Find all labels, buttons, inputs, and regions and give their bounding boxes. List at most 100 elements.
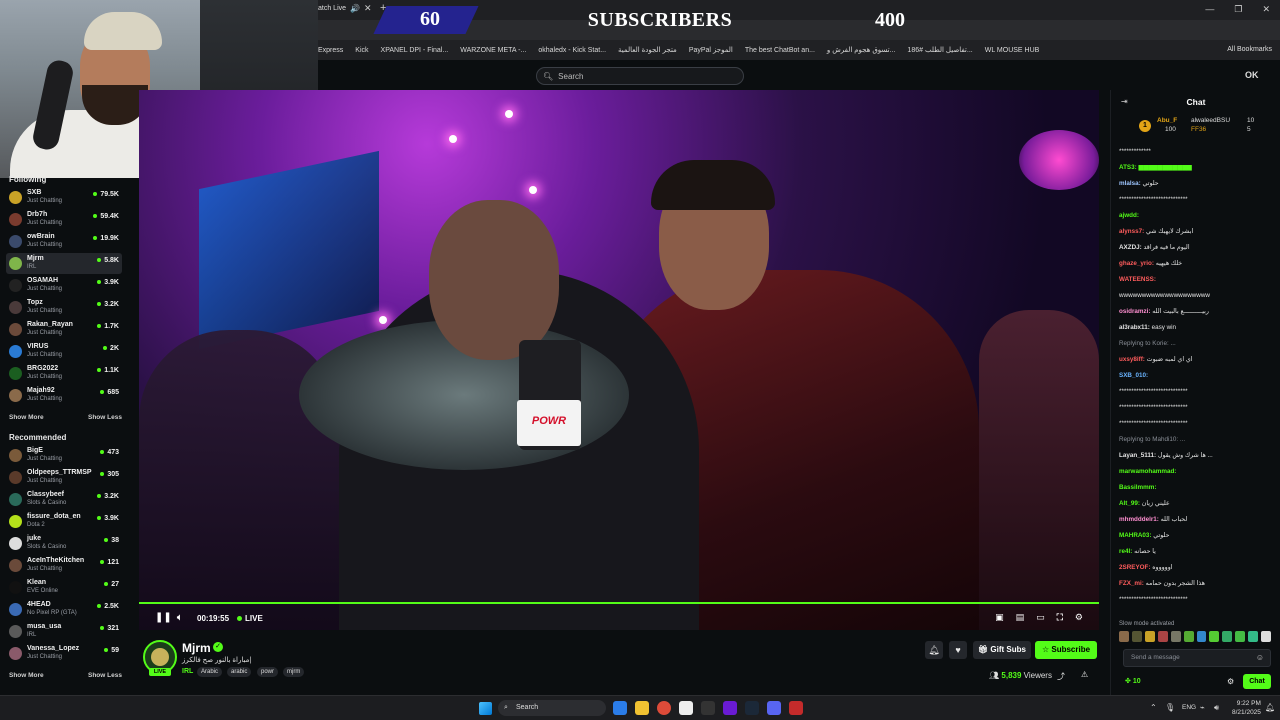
emote-icon[interactable] (1183, 631, 1194, 642)
gift-subs-button[interactable]: 🎁︎ Gift Subs (973, 641, 1031, 659)
following-show-less[interactable]: Show Less (88, 414, 122, 421)
bookmark-item[interactable]: متجر الجودة العالمية (618, 46, 677, 54)
sidebar-channel[interactable]: Rakan_Rayan Just Chatting 1.7K (6, 319, 122, 340)
emote-icon[interactable] (1248, 631, 1259, 642)
chat-username[interactable]: 2SREYOF: (1119, 564, 1151, 571)
volume-icon[interactable]: 🔈︎ (177, 612, 182, 623)
chat-username[interactable]: SXB_010: (1119, 372, 1148, 379)
sidebar-channel[interactable]: AceInTheKitchen Just Chatting 121 (6, 555, 122, 576)
notification-bell-icon[interactable]: 🔔︎ (925, 641, 943, 659)
sidebar-channel[interactable]: 4HEAD No Pixel RP (GTA) 2.5K (6, 599, 122, 620)
emote-icon[interactable] (1235, 631, 1246, 642)
miniplayer-icon[interactable]: ▭ (1036, 612, 1045, 623)
app-icon[interactable] (723, 701, 737, 715)
stream-tag[interactable]: powr (257, 667, 279, 677)
sidebar-channel[interactable]: SXB Just Chatting 79.5K (6, 187, 122, 208)
app-icon[interactable] (701, 701, 715, 715)
discord-app-icon[interactable] (767, 701, 781, 715)
chat-username[interactable]: marwamohammad: (1119, 468, 1176, 475)
tray-mic-icon[interactable]: 🎙︎ (1165, 703, 1175, 712)
notification-icon[interactable]: 🔔︎ (1265, 703, 1275, 712)
sidebar-channel[interactable]: musa_usa IRL 321 (6, 621, 122, 642)
emote-icon[interactable] (1261, 631, 1272, 642)
leader-name[interactable]: alwaleedBSU (1191, 117, 1230, 124)
sidebar-channel[interactable]: BigE Just Chatting 473 (6, 445, 122, 466)
fullscreen-icon[interactable]: ⛶ (1057, 612, 1063, 623)
chat-username[interactable]: Bassilmmm: (1119, 484, 1156, 491)
bookmark-item[interactable]: WL MOUSE HUB (985, 47, 1040, 54)
bookmark-item[interactable]: The best ChatBot an... (745, 47, 815, 54)
sidebar-channel[interactable]: VIRUS Just Chatting 2K (6, 341, 122, 362)
chat-username[interactable]: mlalsa: (1119, 180, 1141, 187)
chat-username[interactable]: re4l: (1119, 548, 1132, 555)
chat-send-button[interactable]: Chat (1243, 674, 1271, 689)
emote-icon[interactable] (1119, 631, 1129, 642)
sidebar-channel[interactable]: fissure_dota_en Dota 2 3.9K (6, 511, 122, 532)
stream-tag[interactable]: mjrm (283, 667, 305, 677)
recommended-show-less[interactable]: Show Less (88, 672, 122, 679)
language-indicator[interactable]: ENG (1182, 704, 1196, 711)
sidebar-channel[interactable]: Classybeef Slots & Casino 3.2K (6, 489, 122, 510)
bookmark-item[interactable]: okhaledx - Kick Stat... (538, 47, 606, 54)
bookmark-item[interactable]: PayPal الموجز (689, 46, 733, 54)
channel-points[interactable]: ✤ 10 (1125, 677, 1141, 685)
settings-gear-icon[interactable]: ⚙ (1075, 612, 1083, 623)
video-player[interactable]: POWR (139, 90, 1099, 630)
sidebar-channel[interactable]: Klean EVE Online 27 (6, 577, 122, 598)
video-progress-bar[interactable] (139, 602, 1099, 604)
sidebar-channel[interactable]: Oldpeeps_TTRMSP Just Chatting 305 (6, 467, 122, 488)
share-icon[interactable]: ⤴ (1057, 671, 1065, 682)
maximize-icon[interactable]: ❐ (1234, 4, 1242, 15)
bookmark-item[interactable]: XPANEL DPI - Final... (381, 47, 449, 54)
chat-username[interactable]: ajwdd: (1119, 212, 1139, 219)
emote-icon[interactable] (1209, 631, 1220, 642)
kick-logo-icon[interactable]: OK (1245, 70, 1259, 80)
live-indicator[interactable]: LIVE (237, 614, 263, 623)
emote-icon[interactable] (1144, 631, 1155, 642)
store-app-icon[interactable] (679, 701, 693, 715)
chat-username[interactable]: alynss7: (1119, 228, 1144, 235)
sidebar-channel[interactable]: Drb7h Just Chatting 59.4K (6, 209, 122, 230)
stream-tag[interactable]: Arabic (197, 667, 223, 677)
emoji-icon[interactable]: ☺ (1256, 650, 1264, 666)
app-icon[interactable] (789, 701, 803, 715)
all-bookmarks[interactable]: All Bookmarks (1227, 46, 1272, 53)
emote-icon[interactable] (1157, 631, 1168, 642)
emote-icon[interactable] (1131, 631, 1142, 642)
leader-name[interactable]: FF36 (1191, 126, 1206, 133)
close-window-icon[interactable]: ✕ (1262, 4, 1270, 15)
bookmark-item[interactable]: WARZONE META -... (460, 47, 526, 54)
chat-username[interactable]: al3rabx11: (1119, 324, 1150, 331)
clip-icon[interactable]: ▣ (995, 612, 1004, 623)
chat-username[interactable]: Alt_99: (1119, 500, 1140, 507)
bookmark-item[interactable]: تسوق هجوم الفرش و... (827, 46, 896, 54)
emote-icon[interactable] (1196, 631, 1207, 642)
sidebar-channel[interactable]: BRG2022 Just Chatting 1.1K (6, 363, 122, 384)
subscribe-button[interactable]: ☆ Subscribe (1035, 641, 1097, 659)
chat-settings-icon[interactable]: ⚙ (1227, 677, 1234, 686)
report-icon[interactable]: ⚠ (1081, 670, 1088, 679)
sidebar-channel[interactable]: Majah92 Just Chatting 685 (6, 385, 122, 406)
taskbar-search[interactable]: ⌕ Search (498, 700, 606, 716)
chat-username[interactable]: osidramzi: (1119, 308, 1151, 315)
sidebar-channel[interactable]: juke Slots & Casino 38 (6, 533, 122, 554)
sidebar-channel[interactable]: OSAMAH Just Chatting 3.9K (6, 275, 122, 296)
chat-username[interactable]: AXZDJ: (1119, 244, 1142, 251)
chat-input[interactable]: Send a message ☺ (1123, 649, 1271, 667)
recommended-show-more[interactable]: Show More (9, 672, 44, 679)
file-explorer-icon[interactable] (635, 701, 649, 715)
chat-username[interactable]: mhmdddelr1: (1119, 516, 1159, 523)
active-tab[interactable]: atch Live (318, 5, 346, 12)
chat-username[interactable]: uxsy8iff: (1119, 356, 1145, 363)
windows-start-icon[interactable] (479, 702, 492, 715)
bookmark-item[interactable]: Express (318, 47, 343, 54)
chat-username[interactable]: ATS3: (1119, 164, 1137, 171)
leader-name[interactable]: Abu_F (1157, 117, 1177, 124)
emote-icon[interactable] (1222, 631, 1233, 642)
bookmark-item[interactable]: تفاصيل الطلب #186... (907, 46, 972, 54)
chrome-app-icon[interactable] (657, 701, 671, 715)
tab-audio-icon[interactable]: 🔊 (350, 4, 360, 13)
streamer-name[interactable]: Mjrm (182, 641, 211, 655)
theater-mode-icon[interactable]: ▤ (1016, 612, 1025, 623)
sidebar-channel[interactable]: Mjrm IRL 5.8K (6, 253, 122, 274)
